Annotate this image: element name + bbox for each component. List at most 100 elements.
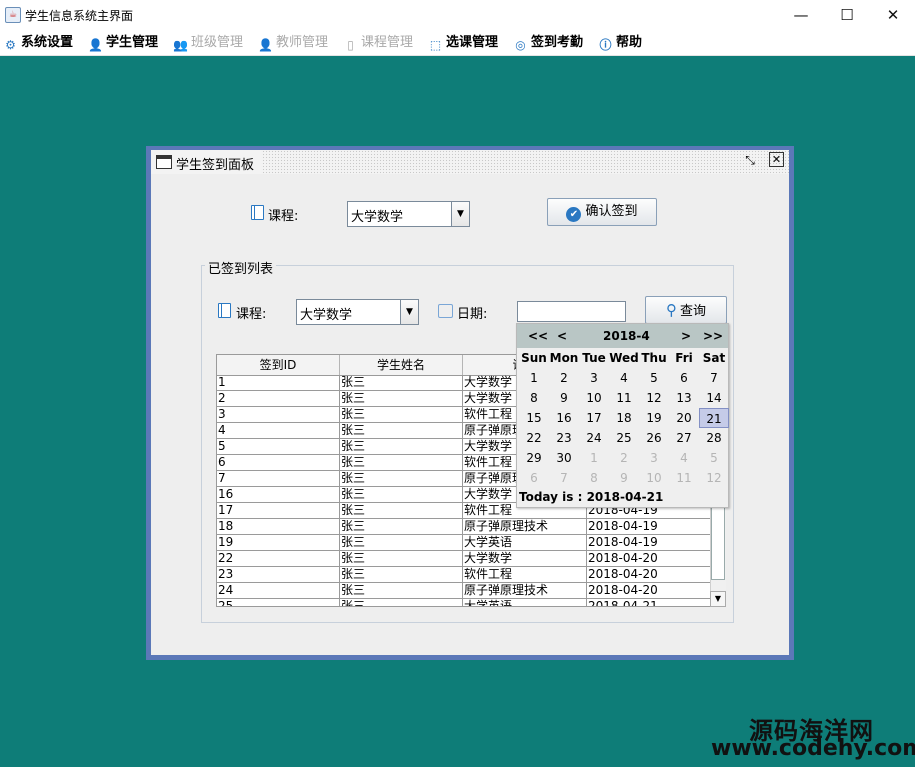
internal-frame-title: 学生签到面板	[176, 158, 255, 173]
calendar-day[interactable]: 9	[549, 388, 579, 408]
check-circle-icon: ✔	[566, 207, 582, 222]
calendar-day-other-month[interactable]: 5	[699, 448, 729, 468]
calendar-day[interactable]: 18	[609, 408, 639, 428]
calendar-day-other-month[interactable]: 8	[579, 468, 609, 488]
calendar-day[interactable]: 21	[699, 408, 729, 428]
calendar-day[interactable]: 23	[549, 428, 579, 448]
book-icon	[251, 205, 264, 220]
minimize-button[interactable]: —	[778, 4, 824, 26]
calendar-day[interactable]: 1	[519, 368, 549, 388]
menu-teacher-management[interactable]: 👤 教师管理	[258, 34, 328, 52]
search-icon: ⚲	[665, 301, 677, 319]
calendar-day-other-month[interactable]: 2	[609, 448, 639, 468]
menu-course-selection[interactable]: ⬚ 选课管理	[428, 34, 498, 52]
calendar-day[interactable]: 20	[669, 408, 699, 428]
cell-student-name: 张三	[340, 423, 463, 439]
column-header-id[interactable]: 签到ID	[217, 355, 340, 375]
close-button[interactable]: ✕	[870, 4, 915, 26]
teacher-icon: 👤	[258, 38, 273, 52]
calendar-day[interactable]: 22	[519, 428, 549, 448]
calendar-day[interactable]: 3	[579, 368, 609, 388]
calendar-day-other-month[interactable]: 11	[669, 468, 699, 488]
calendar-day[interactable]: 17	[579, 408, 609, 428]
calendar-day[interactable]: 16	[549, 408, 579, 428]
calendar-day[interactable]: 30	[549, 448, 579, 468]
calendar-day[interactable]: 15	[519, 408, 549, 428]
course-label: 课程:	[268, 209, 299, 224]
calendar-day[interactable]: 26	[639, 428, 669, 448]
calendar-day[interactable]: 6	[669, 368, 699, 388]
chevron-down-icon[interactable]: ▼	[400, 300, 418, 324]
course-combobox[interactable]: 大学数学 ▼	[347, 201, 470, 227]
calendar-day[interactable]: 13	[669, 388, 699, 408]
cell-id: 18	[217, 519, 340, 535]
calendar-day[interactable]: 7	[699, 368, 729, 388]
table-row[interactable]: 19 张三 大学英语 2018-04-19	[217, 535, 710, 551]
calendar-day-other-month[interactable]: 9	[609, 468, 639, 488]
cell-date: 2018-04-20	[587, 551, 710, 567]
cell-student-name: 张三	[340, 439, 463, 455]
menu-class-management[interactable]: 👥 班级管理	[173, 34, 243, 52]
calendar-day[interactable]: 5	[639, 368, 669, 388]
calendar-day[interactable]: 27	[669, 428, 699, 448]
frame-close-icon[interactable]: ✕	[769, 152, 784, 167]
table-row[interactable]: 22 张三 大学数学 2018-04-20	[217, 551, 710, 567]
cell-id: 1	[217, 375, 340, 391]
calendar-day[interactable]: 11	[609, 388, 639, 408]
next-year-button[interactable]: >>	[703, 329, 723, 343]
chevron-down-icon[interactable]: ▼	[451, 202, 469, 226]
table-row[interactable]: 18 张三 原子弹原理技术 2018-04-19	[217, 519, 710, 535]
calendar-day-other-month[interactable]: 3	[639, 448, 669, 468]
menu-system-settings[interactable]: ⚙ 系统设置	[3, 34, 73, 52]
calendar-day[interactable]: 10	[579, 388, 609, 408]
scroll-down-arrow-icon[interactable]: ▼	[710, 591, 726, 607]
prev-month-button[interactable]: <	[557, 329, 567, 343]
table-row[interactable]: 23 张三 软件工程 2018-04-20	[217, 567, 710, 583]
next-month-button[interactable]: >	[681, 329, 691, 343]
calendar-day[interactable]: 4	[609, 368, 639, 388]
calendar-day[interactable]: 12	[639, 388, 669, 408]
day-name-fri: Fri	[675, 351, 693, 365]
calendar-day-other-month[interactable]: 12	[699, 468, 729, 488]
cell-id: 7	[217, 471, 340, 487]
window-title: 学生信息系统主界面	[25, 9, 134, 23]
cursor-select-icon: ⬚	[429, 38, 442, 52]
calendar-day-other-month[interactable]: 6	[519, 468, 549, 488]
calendar-day-other-month[interactable]: 1	[579, 448, 609, 468]
column-header-student-name[interactable]: 学生姓名	[340, 355, 463, 375]
filter-course-combobox[interactable]: 大学数学 ▼	[296, 299, 419, 325]
day-name-sun: Sun	[521, 351, 547, 365]
prev-year-button[interactable]: <<	[528, 329, 548, 343]
table-row[interactable]: 25 张三 大学英语 2018-04-21	[217, 599, 710, 606]
cell-course: 大学英语	[463, 535, 587, 551]
menu-attendance[interactable]: ◎ 签到考勤	[513, 34, 583, 52]
calendar-day[interactable]: 2	[549, 368, 579, 388]
cell-student-name: 张三	[340, 503, 463, 519]
calendar-day[interactable]: 28	[699, 428, 729, 448]
calendar-day[interactable]: 19	[639, 408, 669, 428]
cell-id: 2	[217, 391, 340, 407]
confirm-signin-button[interactable]: ✔ 确认签到	[547, 198, 657, 226]
calendar-today-label[interactable]: Today is : 2018-04-21	[519, 490, 663, 504]
day-name-tue: Tue	[582, 351, 606, 365]
cell-id: 19	[217, 535, 340, 551]
menubar: ⚙ 系统设置 👤 学生管理 👥 班级管理 👤 教师管理 ▯ 课程管理 ⬚ 选课管理 ◎ 签到考…	[0, 30, 915, 56]
query-button[interactable]: ⚲ 查询	[645, 296, 727, 324]
calendar-day-other-month[interactable]: 7	[549, 468, 579, 488]
calendar-day-other-month[interactable]: 4	[669, 448, 699, 468]
book-icon: ▯	[347, 38, 354, 52]
date-input[interactable]	[517, 301, 626, 322]
menu-help[interactable]: ⓘ 帮助	[598, 34, 642, 52]
menu-student-management[interactable]: 👤 学生管理	[88, 34, 158, 52]
cell-course: 大学数学	[463, 551, 587, 567]
calendar-day[interactable]: 14	[699, 388, 729, 408]
maximize-button[interactable]: ☐	[824, 4, 870, 26]
restore-icon[interactable]: ⤡	[742, 152, 758, 168]
table-row[interactable]: 24 张三 原子弹原理技术 2018-04-20	[217, 583, 710, 599]
menu-course-management[interactable]: ▯ 课程管理	[343, 34, 413, 52]
calendar-day[interactable]: 24	[579, 428, 609, 448]
calendar-day[interactable]: 25	[609, 428, 639, 448]
calendar-day-other-month[interactable]: 10	[639, 468, 669, 488]
calendar-day[interactable]: 29	[519, 448, 549, 468]
calendar-day[interactable]: 8	[519, 388, 549, 408]
